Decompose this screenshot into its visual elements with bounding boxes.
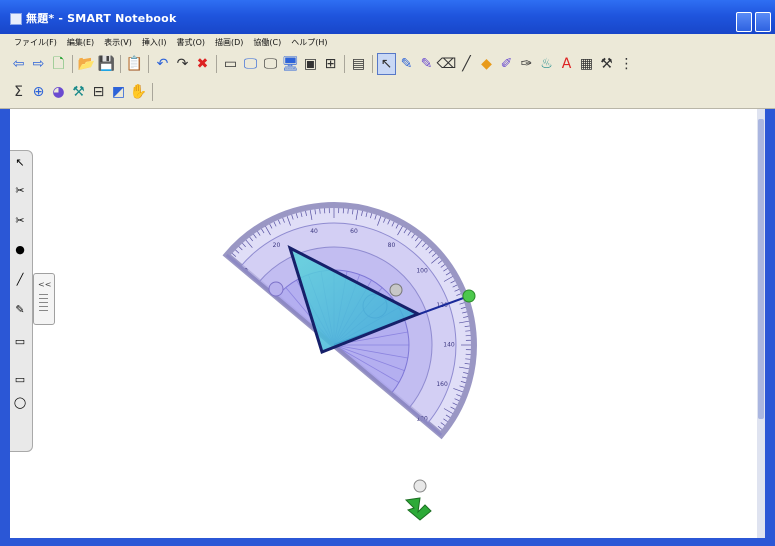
pivot-handle[interactable]: [413, 479, 427, 493]
protractor-tick-label: 40: [310, 228, 318, 235]
protractor-tick-label: 140: [443, 342, 455, 349]
rotate-handle[interactable]: [462, 289, 476, 303]
green-arrow-icon[interactable]: [404, 497, 432, 521]
protractor-drawing: 020406080100120140160180: [222, 202, 477, 521]
protractor-tick-label: 20: [273, 242, 281, 249]
protractor-tick-label: 100: [416, 268, 428, 275]
app-window: 無題* - SMART Notebook ファイル(F) 編集(E) 表示(V) 挿入…: [0, 0, 775, 546]
protractor-tick-label: 80: [388, 242, 396, 249]
center-handle[interactable]: [389, 283, 403, 297]
resize-handle-left[interactable]: [268, 281, 284, 297]
protractor-tick-label: 60: [350, 228, 358, 235]
protractor-tick-label: 160: [436, 381, 448, 388]
